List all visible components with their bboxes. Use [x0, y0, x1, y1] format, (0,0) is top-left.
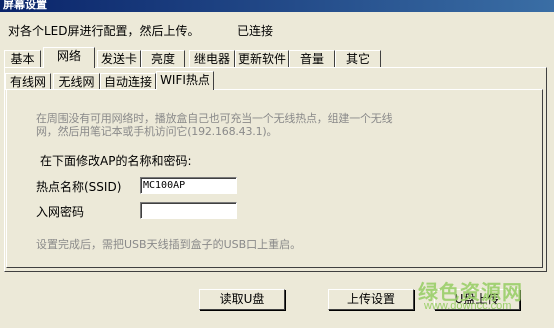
read-u-disk-button[interactable]: 读取U盘 — [199, 289, 285, 310]
password-input[interactable] — [140, 202, 237, 219]
tab-other[interactable]: 其它 — [335, 50, 381, 67]
connection-status: 已连接 — [237, 24, 274, 38]
tab-basic[interactable]: 基本 — [4, 50, 41, 67]
tab-relay[interactable]: 继电器 — [189, 50, 235, 67]
password-label: 入网密码 — [36, 205, 85, 219]
restart-note: 设置完成后，需把USB天线插到盒子的USB口上重启。 — [36, 238, 302, 251]
subtab-auto-connect[interactable]: 自动连接 — [100, 73, 156, 90]
watermark-url: www.downcc.com — [424, 300, 512, 312]
tab-sending-card[interactable]: 发送卡 — [97, 50, 141, 67]
hotspot-hint: 在周围没有可用网络时，播放盒自己也可充当一个无线热点，组建一个无线网，然后用笔记… — [36, 112, 393, 138]
tab-update-software[interactable]: 更新软件 — [235, 50, 289, 67]
subtab-wired[interactable]: 有线网 — [5, 73, 51, 90]
subtab-wifi-hotspot[interactable]: WIFI热点 — [156, 71, 214, 90]
subtab-wireless[interactable]: 无线网 — [53, 73, 100, 90]
tab-network[interactable]: 网络 — [43, 47, 95, 68]
ssid-label: 热点名称(SSID) — [36, 180, 122, 194]
tab-volume[interactable]: 音量 — [289, 50, 335, 67]
ap-form-title: 在下面修改AP的名称和密码: — [40, 154, 192, 168]
tab-brightness[interactable]: 亮度 — [141, 50, 185, 67]
window-title: 屏幕设置 — [3, 0, 47, 11]
ssid-input[interactable]: MC100AP — [140, 177, 237, 194]
title-bar: 屏幕设置 — [0, 0, 554, 12]
upload-settings-button[interactable]: 上传设置 — [328, 289, 414, 310]
header-description: 对各个LED屏进行配置，然后上传。 — [8, 24, 200, 38]
